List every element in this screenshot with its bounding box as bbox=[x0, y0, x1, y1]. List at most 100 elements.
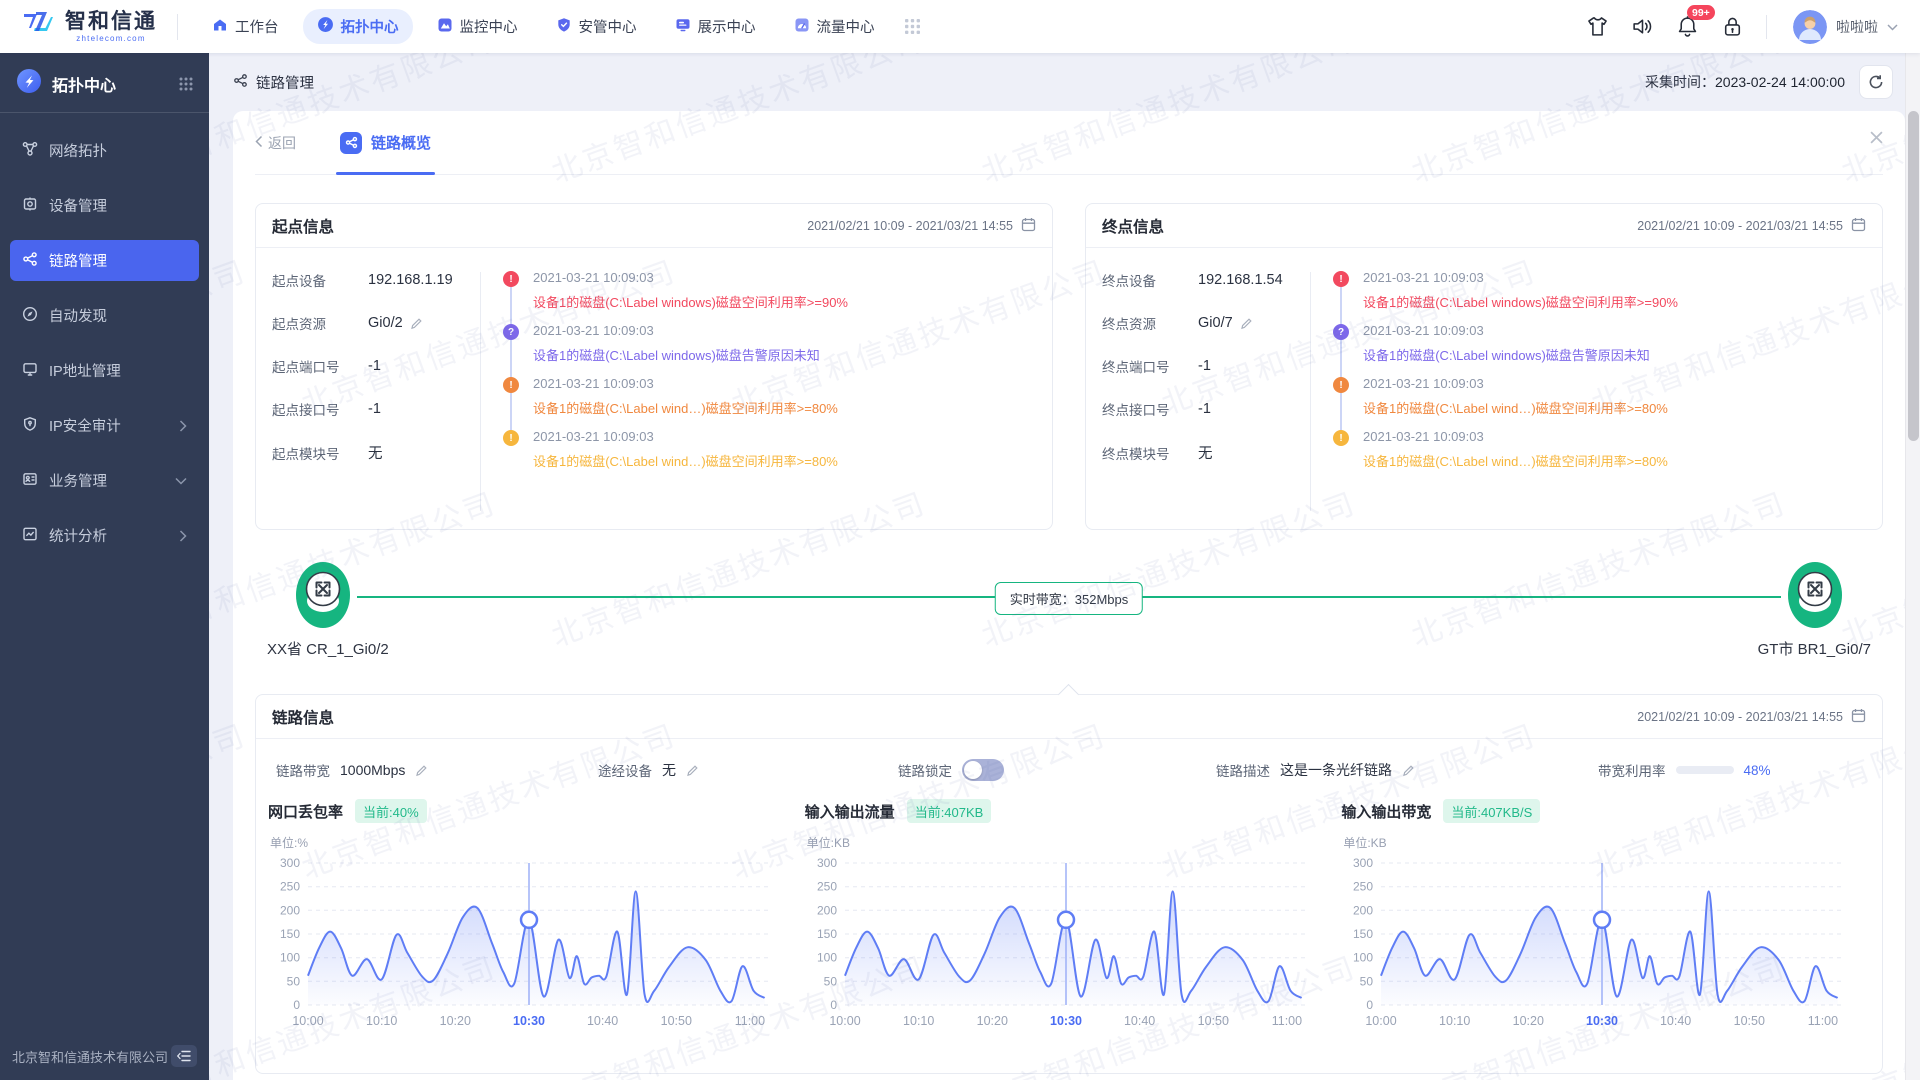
sidebar-item-device-management[interactable]: 设备管理 bbox=[10, 185, 199, 226]
unknown-alarm-icon: ? bbox=[503, 324, 519, 340]
sound-icon[interactable] bbox=[1631, 15, 1654, 38]
field-end-resource: 终点资源Gi0/7 bbox=[1102, 313, 1310, 333]
notification-badge: 99+ bbox=[1687, 5, 1715, 20]
topology-module-icon bbox=[16, 68, 42, 99]
alarm-event: ! 2021-03-21 10:09:03 设备1的磁盘(C:\Label wi… bbox=[1363, 376, 1866, 417]
svg-text:250: 250 bbox=[280, 880, 300, 894]
svg-text:50: 50 bbox=[287, 974, 301, 988]
alarm-event: ! 2021-03-21 10:09:03 设备1的磁盘(C:\Label wi… bbox=[533, 429, 1036, 470]
apps-grid-icon[interactable] bbox=[905, 19, 920, 34]
svg-text:0: 0 bbox=[1367, 998, 1374, 1012]
sidebar-item-ip-security-audit[interactable]: IP安全审计 bbox=[10, 405, 199, 446]
page-toolbar: 链路管理 采集时间：2023-02-24 14:00:00 bbox=[209, 53, 1905, 111]
sidebar-collapse-icon[interactable] bbox=[171, 1045, 197, 1067]
link-lock-toggle[interactable] bbox=[962, 759, 1004, 781]
tab-link-overview[interactable]: 链路概览 bbox=[340, 111, 431, 174]
link-panel-title: 链路信息 bbox=[272, 706, 334, 728]
theme-skin-icon[interactable] bbox=[1586, 15, 1609, 38]
link-panel-daterange[interactable]: 2021/02/21 10:09 - 2021/03/21 14:55 bbox=[1637, 708, 1866, 726]
start-panel-daterange[interactable]: 2021/02/21 10:09 - 2021/03/21 14:55 bbox=[807, 217, 1036, 235]
edit-pencil-icon[interactable] bbox=[415, 764, 428, 777]
avatar bbox=[1793, 10, 1827, 44]
sidebar-item-network-topology[interactable]: 网络拓扑 bbox=[10, 130, 199, 171]
scrollbar-thumb[interactable] bbox=[1908, 111, 1919, 441]
svg-text:100: 100 bbox=[817, 951, 837, 965]
chevron-down-icon bbox=[175, 477, 187, 485]
main-card: 返回 链路概览 起点信息 2021 bbox=[233, 111, 1905, 1080]
business-management-icon bbox=[22, 471, 38, 491]
svg-text:50: 50 bbox=[1360, 974, 1374, 988]
critical-alarm-icon: ! bbox=[503, 271, 519, 287]
nav-item-monitor-center[interactable]: 监控中心 bbox=[423, 9, 532, 44]
svg-text:10:00: 10:00 bbox=[829, 1014, 860, 1028]
link-breadcrumb-icon bbox=[233, 73, 248, 92]
sidebar-item-auto-discovery[interactable]: 自动发现 bbox=[10, 295, 199, 336]
nav-item-traffic-center[interactable]: 流量中心 bbox=[780, 9, 889, 44]
chart-title: 网口丢包率 bbox=[268, 801, 343, 822]
user-menu[interactable]: 啦啦啦 bbox=[1793, 10, 1898, 44]
main-nav: 工作台 拓扑中心 监控中心 安管中心 展示中心 bbox=[198, 9, 920, 44]
content-area: 链路管理 采集时间：2023-02-24 14:00:00 返回 bbox=[209, 53, 1905, 1080]
critical-alarm-icon: ! bbox=[1333, 271, 1349, 287]
in-out-bandwidth-plot: 05010015020025030010:0010:1010:2010:3010… bbox=[1341, 853, 1878, 1033]
sidebar-item-ip-address-management[interactable]: IP地址管理 bbox=[10, 350, 199, 391]
link-fields-row: 链路带宽 1000Mbps 途经设备 无 链路锁定 链路描述 bbox=[256, 739, 1882, 781]
tab-label: 链路概览 bbox=[371, 132, 431, 153]
divider bbox=[1310, 272, 1311, 511]
sidebar: 拓扑中心 网络拓扑 设备管理 链路管理 自动发现 IP地址管理 I bbox=[0, 53, 209, 1080]
svg-text:10:40: 10:40 bbox=[1660, 1014, 1691, 1028]
nav-item-display-center[interactable]: 展示中心 bbox=[661, 9, 770, 44]
edit-pencil-icon[interactable] bbox=[410, 317, 423, 330]
notifications-icon[interactable]: 99+ bbox=[1676, 15, 1699, 38]
chart-current-badge: 当前:407KB/S bbox=[1443, 799, 1540, 823]
alarm-event: ! 2021-03-21 10:09:03 设备1的磁盘(C:\Label wi… bbox=[1363, 270, 1866, 311]
svg-text:10:50: 10:50 bbox=[1197, 1014, 1228, 1028]
tab-bar: 返回 链路概览 bbox=[255, 111, 1883, 175]
module-grid-icon[interactable] bbox=[179, 77, 193, 91]
sidebar-item-link-management[interactable]: 链路管理 bbox=[10, 240, 199, 281]
end-node-icon[interactable] bbox=[1787, 560, 1843, 630]
back-button[interactable]: 返回 bbox=[255, 133, 296, 153]
svg-text:200: 200 bbox=[1353, 903, 1373, 917]
sidebar-item-business-management[interactable]: 业务管理 bbox=[10, 460, 199, 501]
edit-pencil-icon[interactable] bbox=[1240, 317, 1253, 330]
collect-time-label: 采集时间： bbox=[1645, 74, 1715, 90]
lock-icon[interactable] bbox=[1721, 15, 1744, 38]
device-management-icon bbox=[22, 196, 38, 216]
logo-mark-icon bbox=[22, 8, 56, 45]
link-topology-view: XX省 CR_1_Gi0/2 GT市 BR1_Gi0/7 实时带宽：352Mbp… bbox=[255, 544, 1883, 694]
security-center-icon bbox=[556, 17, 572, 37]
svg-text:150: 150 bbox=[280, 927, 300, 941]
brand-logo[interactable]: 智和信通 zhtelecom.com bbox=[22, 8, 157, 45]
svg-text:0: 0 bbox=[293, 998, 300, 1012]
field-start-port: 起点端口号-1 bbox=[272, 356, 480, 376]
edit-pencil-icon[interactable] bbox=[686, 764, 699, 777]
svg-text:250: 250 bbox=[1353, 880, 1373, 894]
svg-text:10:00: 10:00 bbox=[292, 1014, 323, 1028]
svg-text:300: 300 bbox=[817, 856, 837, 870]
divider bbox=[480, 272, 481, 511]
breadcrumb[interactable]: 链路管理 bbox=[233, 72, 314, 93]
start-node-icon[interactable] bbox=[295, 560, 351, 630]
alarm-event: ? 2021-03-21 10:09:03 设备1的磁盘(C:\Label wi… bbox=[1363, 323, 1866, 364]
svg-text:10:10: 10:10 bbox=[366, 1014, 397, 1028]
workbench-icon bbox=[212, 17, 228, 37]
field-start-module: 起点模块号无 bbox=[272, 442, 480, 463]
svg-text:150: 150 bbox=[817, 927, 837, 941]
endpoint-panels: 起点信息 2021/02/21 10:09 - 2021/03/21 14:55… bbox=[255, 203, 1883, 530]
field-end-device: 终点设备192.168.1.54 bbox=[1102, 270, 1310, 290]
nav-item-topology-center[interactable]: 拓扑中心 bbox=[303, 9, 413, 44]
svg-text:50: 50 bbox=[823, 974, 837, 988]
close-icon[interactable] bbox=[1870, 131, 1883, 144]
nav-item-workbench[interactable]: 工作台 bbox=[198, 9, 293, 44]
svg-text:10:40: 10:40 bbox=[587, 1014, 618, 1028]
svg-text:300: 300 bbox=[280, 856, 300, 870]
edit-pencil-icon[interactable] bbox=[1402, 764, 1415, 777]
refresh-button[interactable] bbox=[1859, 65, 1893, 99]
nav-item-security-center[interactable]: 安管中心 bbox=[542, 9, 651, 44]
sidebar-item-statistics-analysis[interactable]: 统计分析 bbox=[10, 515, 199, 556]
alarm-event: ! 2021-03-21 10:09:03 设备1的磁盘(C:\Label wi… bbox=[533, 270, 1036, 311]
warning-alarm-icon: ! bbox=[503, 430, 519, 446]
collect-time-group: 采集时间：2023-02-24 14:00:00 bbox=[1645, 65, 1893, 99]
end-panel-daterange[interactable]: 2021/02/21 10:09 - 2021/03/21 14:55 bbox=[1637, 217, 1866, 235]
